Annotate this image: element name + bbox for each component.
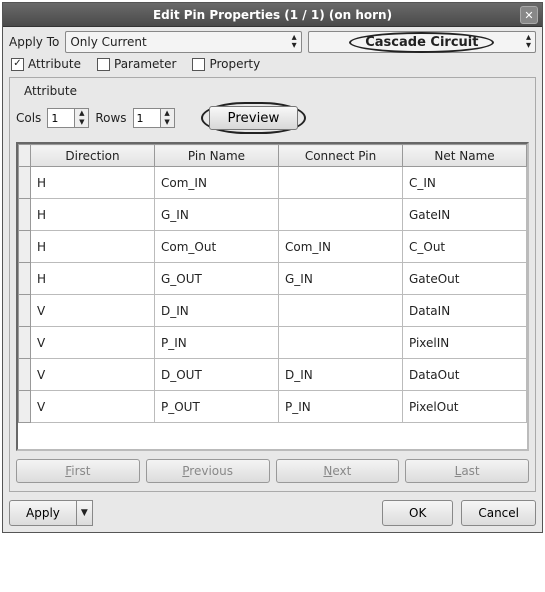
rows-input[interactable] <box>134 109 160 127</box>
cell-pinname[interactable]: P_OUT <box>155 391 279 423</box>
cell-connectpin[interactable]: G_IN <box>279 263 403 295</box>
attribute-frame: Attribute Cols ▲▼ Rows ▲▼ Preview <box>9 77 536 492</box>
cols-input[interactable] <box>48 109 74 127</box>
preview-annotation: Preview <box>201 102 307 134</box>
first-button[interactable]: First <box>16 459 140 483</box>
table-row[interactable]: HG_IN GateIN <box>19 199 527 231</box>
cell-netname[interactable]: PixelOut <box>403 391 527 423</box>
row-header[interactable] <box>19 295 31 327</box>
property-check-label: Property <box>209 57 260 71</box>
cell-direction[interactable]: V <box>31 359 155 391</box>
property-checkbox[interactable] <box>192 58 205 71</box>
prev-rest: revious <box>189 464 233 478</box>
spin-down-icon[interactable]: ▼ <box>161 118 174 127</box>
col-connectpin[interactable]: Connect Pin <box>279 145 403 167</box>
apply-dropdown-icon[interactable]: ▼ <box>77 500 93 526</box>
corner-header <box>19 145 31 167</box>
chevron-updown-icon: ▴▾ <box>526 34 531 50</box>
col-pinname[interactable]: Pin Name <box>155 145 279 167</box>
cell-pinname[interactable]: P_IN <box>155 327 279 359</box>
apply-to-combo[interactable]: Only Current ▴▾ <box>65 31 301 53</box>
attribute-checkbox[interactable]: ✓ <box>11 58 24 71</box>
row-header[interactable] <box>19 327 31 359</box>
cascade-combo[interactable]: Cascade Circuit ▴▾ <box>308 31 536 53</box>
cell-direction[interactable]: V <box>31 327 155 359</box>
window-title: Edit Pin Properties (1 / 1) (on horn) <box>153 8 392 22</box>
cell-connectpin[interactable]: P_IN <box>279 391 403 423</box>
table-row[interactable]: VD_OUTD_INDataOut <box>19 359 527 391</box>
chevron-updown-icon: ▴▾ <box>292 34 297 50</box>
row-header[interactable] <box>19 391 31 423</box>
cell-netname[interactable]: DataOut <box>403 359 527 391</box>
cell-direction[interactable]: H <box>31 231 155 263</box>
cell-netname[interactable]: C_Out <box>403 231 527 263</box>
previous-button[interactable]: Previous <box>146 459 270 483</box>
cell-connectpin[interactable] <box>279 327 403 359</box>
rows-spinner[interactable]: ▲▼ <box>133 108 175 128</box>
close-icon[interactable]: ✕ <box>520 6 538 24</box>
cell-connectpin[interactable]: Com_IN <box>279 231 403 263</box>
col-netname[interactable]: Net Name <box>403 145 527 167</box>
ok-button[interactable]: OK <box>382 500 453 526</box>
apply-to-label: Apply To <box>9 35 59 49</box>
last-rest: ast <box>461 464 479 478</box>
table-row[interactable]: HCom_IN C_IN <box>19 167 527 199</box>
cell-netname[interactable]: DataIN <box>403 295 527 327</box>
spin-down-icon[interactable]: ▼ <box>75 118 88 127</box>
rows-label: Rows <box>95 111 126 125</box>
table-row[interactable]: VP_IN PixelIN <box>19 327 527 359</box>
frame-title: Attribute <box>20 84 81 98</box>
cell-direction[interactable]: V <box>31 391 155 423</box>
cell-pinname[interactable]: D_OUT <box>155 359 279 391</box>
apply-button[interactable]: Apply <box>9 500 77 526</box>
parameter-checkbox[interactable] <box>97 58 110 71</box>
cell-direction[interactable]: H <box>31 167 155 199</box>
row-header[interactable] <box>19 263 31 295</box>
attribute-check-label: Attribute <box>28 57 81 71</box>
titlebar: Edit Pin Properties (1 / 1) (on horn) ✕ <box>3 3 542 27</box>
dialog-window: Edit Pin Properties (1 / 1) (on horn) ✕ … <box>2 2 543 533</box>
cell-pinname[interactable]: Com_Out <box>155 231 279 263</box>
cols-spinner[interactable]: ▲▼ <box>47 108 89 128</box>
spin-up-icon[interactable]: ▲ <box>75 109 88 118</box>
cell-netname[interactable]: PixelIN <box>403 327 527 359</box>
cell-pinname[interactable]: G_IN <box>155 199 279 231</box>
row-header[interactable] <box>19 167 31 199</box>
col-direction[interactable]: Direction <box>31 145 155 167</box>
cell-pinname[interactable]: G_OUT <box>155 263 279 295</box>
first-rest: irst <box>71 464 90 478</box>
table-row[interactable]: HCom_OutCom_INC_Out <box>19 231 527 263</box>
cell-direction[interactable]: H <box>31 263 155 295</box>
cascade-label: Cascade Circuit <box>349 32 494 53</box>
cell-direction[interactable]: V <box>31 295 155 327</box>
next-button[interactable]: Next <box>276 459 400 483</box>
row-header[interactable] <box>19 359 31 391</box>
last-button[interactable]: Last <box>405 459 529 483</box>
cell-pinname[interactable]: Com_IN <box>155 167 279 199</box>
cols-label: Cols <box>16 111 41 125</box>
cell-connectpin[interactable] <box>279 295 403 327</box>
table-row[interactable]: VD_IN DataIN <box>19 295 527 327</box>
table-row[interactable]: HG_OUTG_INGateOut <box>19 263 527 295</box>
cell-direction[interactable]: H <box>31 199 155 231</box>
cell-netname[interactable]: GateOut <box>403 263 527 295</box>
row-header[interactable] <box>19 199 31 231</box>
next-rest: ext <box>332 464 351 478</box>
apply-to-value: Only Current <box>70 35 146 49</box>
cell-pinname[interactable]: D_IN <box>155 295 279 327</box>
cell-netname[interactable]: GateIN <box>403 199 527 231</box>
pin-table: Direction Pin Name Connect Pin Net Name … <box>16 142 529 451</box>
cell-netname[interactable]: C_IN <box>403 167 527 199</box>
parameter-check-label: Parameter <box>114 57 176 71</box>
row-header[interactable] <box>19 231 31 263</box>
preview-button[interactable]: Preview <box>209 106 299 130</box>
spin-up-icon[interactable]: ▲ <box>161 109 174 118</box>
cell-connectpin[interactable] <box>279 167 403 199</box>
cell-connectpin[interactable]: D_IN <box>279 359 403 391</box>
cancel-button[interactable]: Cancel <box>461 500 536 526</box>
table-row[interactable]: VP_OUTP_INPixelOut <box>19 391 527 423</box>
cell-connectpin[interactable] <box>279 199 403 231</box>
